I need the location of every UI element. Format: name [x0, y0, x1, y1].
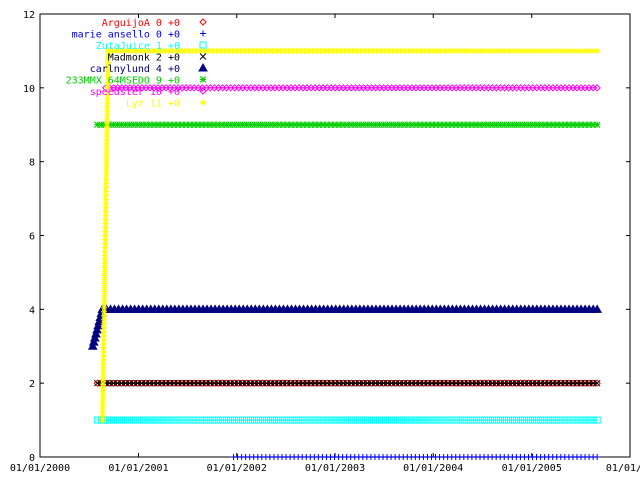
y-tick-label: 4 — [29, 305, 35, 316]
series-5 — [93, 121, 601, 129]
legend-label: ZutaJuice 1 +0 — [96, 41, 180, 52]
series-4 — [87, 304, 603, 350]
legend: ArguijoA 0 +0marie ansello 0 +0ZutaJuice… — [66, 18, 208, 110]
chart-container: 0 2 4 6 8 10 12 01/01/2000 01/01/2001 01/01/2002 0… — [0, 0, 640, 480]
data-point — [594, 454, 601, 460]
legend-marker — [199, 18, 207, 26]
legend-label: 233MMX 64MSEDO 9 +0 — [66, 76, 180, 87]
legend-marker — [200, 99, 206, 106]
legend-label: carlnylund 4 +0 — [90, 64, 180, 75]
legend-marker — [198, 62, 208, 72]
series-1 — [230, 454, 601, 460]
legend-marker — [199, 53, 207, 60]
legend-label: marie ansello 0 +0 — [72, 30, 180, 41]
legend-marker — [200, 30, 206, 37]
x-tick-label: 01/01/2004 — [403, 463, 463, 474]
y-tick-label: 10 — [23, 84, 35, 95]
legend-label: Lyr 11 +0 — [126, 99, 180, 110]
legend-marker — [199, 41, 207, 49]
series-2 — [93, 416, 601, 424]
y-tick-label: 2 — [29, 379, 35, 390]
y-tick-label: 8 — [29, 158, 35, 169]
series-line — [92, 308, 598, 347]
x-tick-label: 01/01/2005 — [502, 463, 562, 474]
x-tick-label: 01/01/20 — [606, 463, 640, 474]
y-tick-label: 12 — [23, 10, 35, 21]
y-tick-label: 6 — [29, 232, 35, 243]
x-tick-label: 01/01/2003 — [305, 463, 365, 474]
x-tick-label: 01/01/2001 — [108, 463, 168, 474]
data-point — [594, 47, 601, 54]
chart-svg: 02468101201/01/2000 01/01/2001 01/01/2002 0… — [10, 10, 640, 474]
legend-label: speedster 10 +0 — [90, 87, 180, 98]
legend-label: Madmonk 2 +0 — [108, 53, 180, 64]
series-layer — [87, 47, 603, 460]
x-tick-label: 01/01/2000 — [10, 463, 70, 474]
x-tick-label: 01/01/2002 — [207, 463, 267, 474]
legend-label: ArguijoA 0 +0 — [102, 18, 180, 29]
data-point — [593, 121, 601, 129]
legend-marker — [199, 76, 207, 83]
